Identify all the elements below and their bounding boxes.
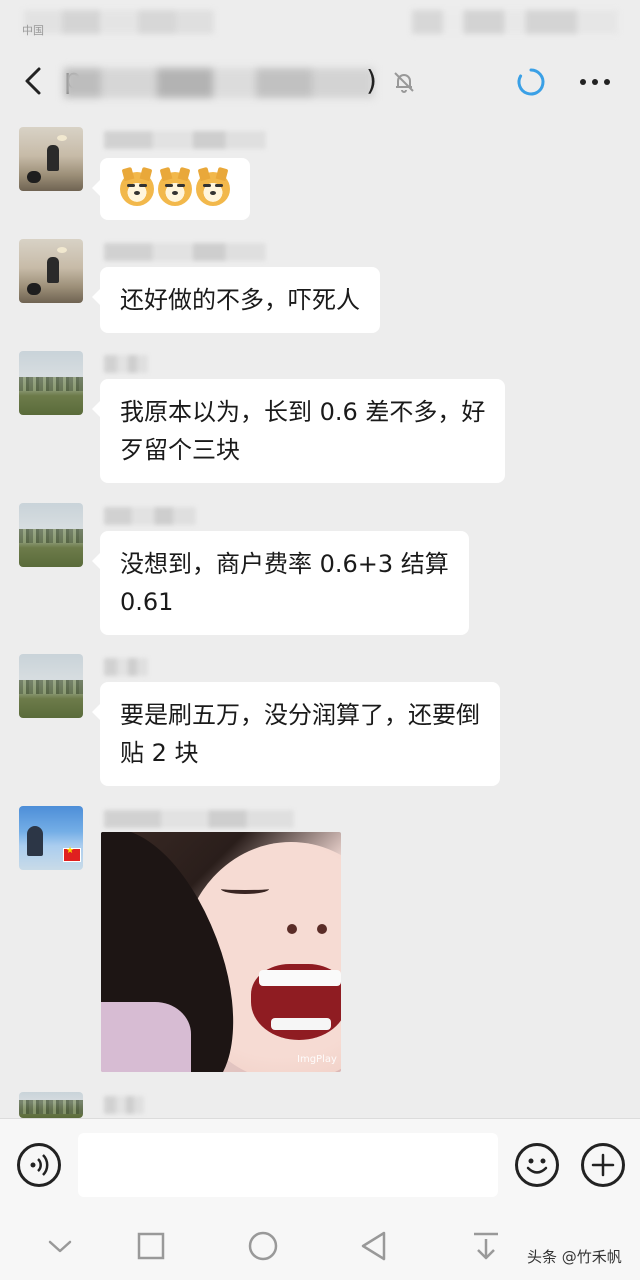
message-input[interactable] — [78, 1133, 498, 1197]
sender-name-blurred — [104, 131, 266, 149]
sender-name-blurred — [104, 658, 148, 676]
more-options-button[interactable] — [574, 66, 616, 98]
voice-icon — [30, 1154, 49, 1176]
voice-input-button[interactable] — [17, 1143, 61, 1187]
avatar[interactable] — [19, 239, 83, 303]
more-functions-button[interactable] — [581, 1143, 625, 1187]
message-text-line: 我原本以为，长到 0.6 差不多，好 — [120, 398, 486, 426]
sender-name-blurred — [104, 243, 266, 261]
message-text-line: 贴 2 块 — [120, 739, 199, 767]
sender-name-blurred — [104, 1096, 144, 1114]
image-message[interactable]: ImgPlay — [101, 832, 341, 1072]
sender-name-blurred — [104, 810, 294, 828]
message-text-line: 要是刷五万，没分润算了，还要倒 — [120, 701, 480, 729]
back-button[interactable] — [16, 64, 50, 98]
sender-name-blurred — [104, 355, 148, 373]
chat-title-suffix: ) — [366, 64, 377, 97]
message-bubble[interactable]: 要是刷五万，没分润算了，还要倒 贴 2 块 — [92, 682, 500, 786]
plus-icon — [591, 1153, 615, 1177]
doge-emoji-icon — [196, 172, 230, 206]
chevron-down-icon[interactable] — [42, 1228, 78, 1264]
avatar[interactable] — [19, 351, 83, 415]
emoji-row — [120, 170, 230, 208]
mute-bell-icon — [394, 72, 414, 93]
image-watermark: ImgPlay — [297, 1054, 337, 1065]
flag-icon: ★ — [63, 846, 81, 862]
loading-spinner-icon — [517, 68, 545, 96]
avatar[interactable]: ★ — [19, 806, 83, 870]
status-right-blurred — [412, 10, 618, 34]
doge-emoji-icon — [120, 172, 154, 206]
back-triangle-icon[interactable] — [356, 1228, 392, 1264]
status-bar: 中国 — [0, 0, 640, 44]
pull-down-icon[interactable] — [468, 1228, 504, 1264]
avatar[interactable] — [19, 503, 83, 567]
chat-title-blurred — [64, 68, 374, 98]
sender-name-blurred — [104, 507, 196, 525]
chat-header: p ) — [0, 44, 640, 118]
avatar[interactable] — [19, 127, 83, 191]
carrier-label: 中国 — [22, 24, 44, 37]
message-text: 还好做的不多，吓死人 — [120, 286, 360, 314]
status-left-blurred — [24, 10, 214, 34]
message-bubble[interactable] — [92, 158, 250, 220]
message-text-line: 歹留个三块 — [120, 436, 240, 464]
message-bubble[interactable]: 还好做的不多，吓死人 — [92, 267, 380, 333]
message-text-line: 0.61 — [120, 588, 174, 616]
input-bar — [0, 1118, 640, 1212]
message-text-line: 没想到，商户费率 0.6+3 结算 — [120, 550, 449, 578]
recent-apps-icon[interactable] — [133, 1228, 169, 1264]
avatar[interactable] — [19, 654, 83, 718]
message-bubble[interactable]: 我原本以为，长到 0.6 差不多，好 歹留个三块 — [91, 379, 506, 483]
smiley-icon — [526, 1158, 548, 1174]
doge-emoji-icon — [158, 172, 192, 206]
home-icon[interactable] — [245, 1228, 281, 1264]
toutiao-watermark: 头条 @竹禾帆 — [527, 1248, 622, 1266]
message-bubble[interactable]: 没想到，商户费率 0.6+3 结算 0.61 — [92, 531, 469, 635]
chevron-left-icon — [25, 67, 41, 95]
avatar[interactable] — [19, 1092, 83, 1118]
emoji-button[interactable] — [515, 1143, 559, 1187]
